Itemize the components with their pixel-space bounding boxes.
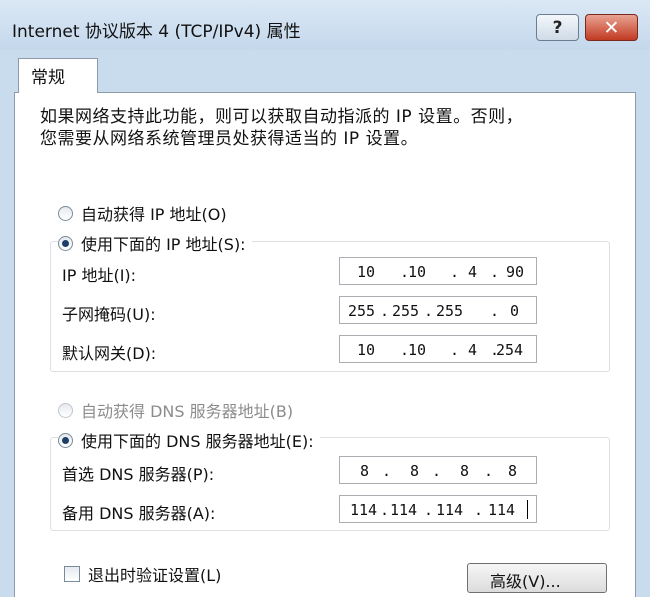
manual-ip-radio[interactable] [58,235,73,251]
close-icon: ✕ [603,16,620,39]
alternate-dns-input[interactable]: 114 . 114 . 114 . 114 [339,495,537,523]
manual-ip-label: 使用下面的 IP 地址(S): [81,235,246,254]
auto-dns-radio[interactable] [58,402,73,418]
help-button[interactable]: ? [536,14,579,41]
ip-address-label: IP 地址(I): [62,266,137,285]
ip-address-input[interactable]: 10 . 10 . 4 . 90 [339,257,537,285]
auto-ip-option[interactable]: 自动获得 IP 地址(O) [58,201,233,225]
help-icon: ? [552,17,563,38]
auto-ip-radio[interactable] [58,205,73,221]
description-line-2: 您需要从网络系统管理员处获得适当的 IP 设置。 [40,129,419,149]
text-caret [527,500,528,519]
title-bar[interactable]: Internet 协议版本 4 (TCP/IPv4) 属性 ? ✕ [0,0,650,50]
manual-dns-option[interactable]: 使用下面的 DNS 服务器地址(E): [58,428,320,452]
manual-dns-radio[interactable] [58,432,73,448]
close-button[interactable]: ✕ [585,14,638,41]
window-title: Internet 协议版本 4 (TCP/IPv4) 属性 [12,22,301,42]
auto-ip-label: 自动获得 IP 地址(O) [81,205,227,224]
alternate-dns-label: 备用 DNS 服务器(A): [62,504,216,523]
advanced-button[interactable]: 高级(V)... [467,563,607,593]
default-gateway-label: 默认网关(D): [62,344,157,363]
preferred-dns-label: 首选 DNS 服务器(P): [62,465,215,484]
manual-dns-label: 使用下面的 DNS 服务器地址(E): [81,432,314,451]
auto-dns-label: 自动获得 DNS 服务器地址(B) [81,402,294,421]
description-line-1: 如果网络支持此功能，则可以获取自动指派的 IP 设置。否则， [40,107,524,127]
tab-general[interactable]: 常规 [18,58,98,93]
subnet-mask-input[interactable]: 255 . 255 . 255 . 0 [339,296,537,324]
manual-ip-option[interactable]: 使用下面的 IP 地址(S): [58,231,252,255]
auto-dns-option[interactable]: 自动获得 DNS 服务器地址(B) [58,398,300,422]
preferred-dns-input[interactable]: 8 . 8 . 8 . 8 [339,456,537,484]
validate-on-exit-label: 退出时验证设置(L) [88,566,222,585]
subnet-mask-label: 子网掩码(U): [62,305,156,324]
description: 如果网络支持此功能，则可以获取自动指派的 IP 设置。否则， 您需要从网络系统管… [40,106,523,150]
validate-on-exit-checkbox[interactable] [64,566,80,582]
default-gateway-input[interactable]: 10 . 10 . 4 . 254 [339,335,537,363]
validate-on-exit-option[interactable]: 退出时验证设置(L) [64,562,221,586]
